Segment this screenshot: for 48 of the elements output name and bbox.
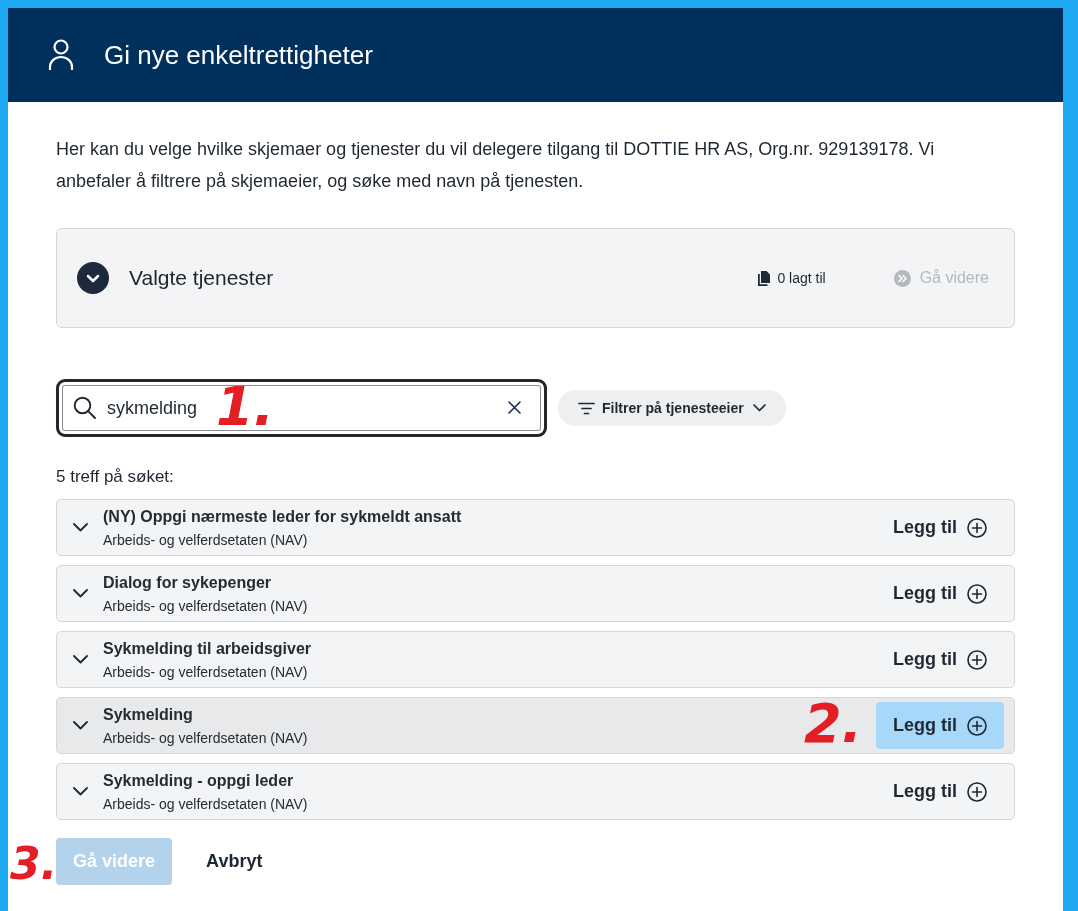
step-number: 3. [10, 844, 58, 884]
person-icon [48, 39, 74, 71]
service-title: Sykmelding - oppgi leder [103, 770, 294, 791]
plus-circle-icon [967, 781, 987, 802]
added-count: 0 lagt til [777, 270, 826, 286]
service-title: Sykmelding [103, 704, 193, 725]
step-number: 1. [216, 383, 275, 431]
service-title: (NY) Oppgi nærmeste leder for sykmeldt ansatt [103, 506, 462, 527]
double-chevron-circle-icon [893, 269, 911, 287]
panel-title: Valgte tjenester [129, 266, 274, 290]
plus-circle-icon [967, 649, 987, 670]
close-icon [508, 401, 521, 414]
filter-icon [578, 401, 595, 415]
result-row[interactable]: Dialog for sykepenger Arbeids- og velferdsetaten (NAV) Legg til [56, 565, 1015, 622]
chevron-down-icon[interactable] [73, 787, 88, 796]
add-button[interactable]: Legg til [876, 768, 1004, 815]
result-row[interactable]: Sykmelding - oppgi leder Arbeids- og velferdsetaten (NAV) Legg til [56, 763, 1015, 820]
chevron-circle-icon[interactable] [77, 262, 109, 294]
add-button[interactable]: Legg til [876, 636, 1004, 683]
chevron-down-icon[interactable] [73, 589, 88, 598]
cancel-button[interactable]: Avbryt [190, 838, 279, 885]
result-row[interactable]: Sykmelding til arbeidsgiver Arbeids- og velferdsetaten (NAV) Legg til [56, 631, 1015, 688]
plus-circle-icon [967, 517, 987, 538]
plus-circle-icon [967, 583, 987, 604]
search-icon [73, 396, 96, 419]
service-owner: Arbeids- og velferdsetaten (NAV) [103, 662, 308, 681]
intro-text: Her kan du velge hvilke skjemaer og tjenester du vil delegere tilgang til DOTTIE HR AS, Org.nr. 929139178. Vi anbefaler å filtrere på skjemaeier, og søke med navn på tjenesten. [56, 138, 936, 193]
chevron-down-icon[interactable] [73, 655, 88, 664]
result-row[interactable]: Sykmelding Arbeids- og velferdsetaten (NAV) 2. Legg til [56, 697, 1015, 754]
service-owner: Arbeids- og velferdsetaten (NAV) [103, 596, 308, 615]
chevron-down-icon[interactable] [73, 721, 88, 730]
add-button[interactable]: Legg til [876, 570, 1004, 617]
chevron-down-icon[interactable] [73, 523, 88, 532]
step-number: 2. [803, 700, 862, 748]
service-title: Dialog for sykepenger [103, 572, 272, 593]
chevron-down-icon [752, 404, 766, 412]
page-title: Gi nye enkeltrettigheter [104, 39, 373, 71]
result-count: 5 treff på søket: [56, 466, 175, 488]
add-button[interactable]: Legg til [876, 702, 1004, 749]
filter-button[interactable]: Filtrer på tjenesteeier [558, 390, 786, 426]
service-owner: Arbeids- og velferdsetaten (NAV) [103, 728, 308, 747]
add-button[interactable]: Legg til [876, 504, 1004, 551]
service-owner: Arbeids- og velferdsetaten (NAV) [103, 530, 308, 549]
service-owner: Arbeids- og velferdsetaten (NAV) [103, 794, 308, 813]
documents-icon [758, 270, 771, 286]
service-title: Sykmelding til arbeidsgiver [103, 638, 312, 659]
plus-circle-icon [967, 715, 987, 736]
result-row[interactable]: (NY) Oppgi nærmeste leder for sykmeldt ansatt Arbeids- og velferdsetaten (NAV) Legg til [56, 499, 1015, 556]
